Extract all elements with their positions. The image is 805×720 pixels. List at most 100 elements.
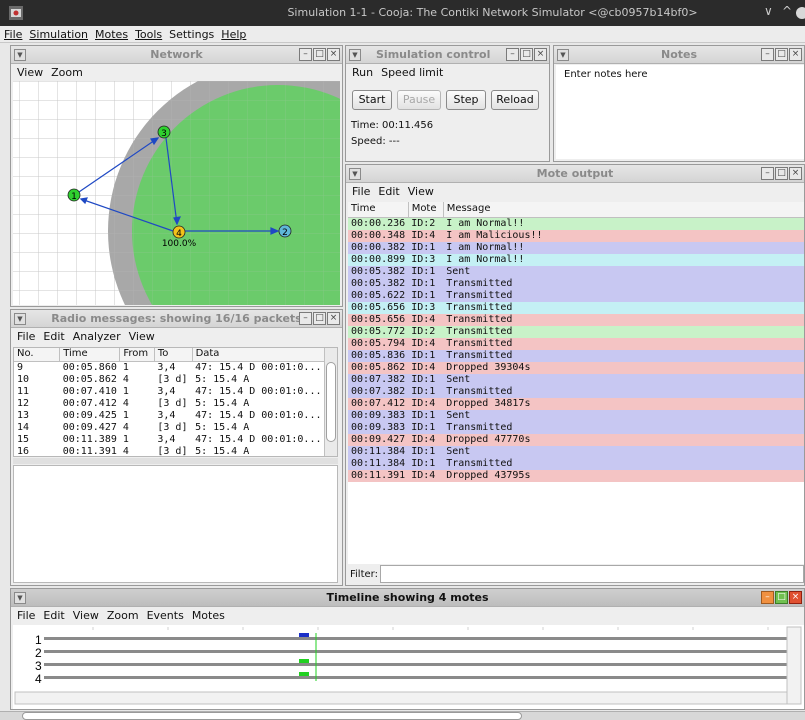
- desktop-hscrollbar[interactable]: [0, 711, 805, 720]
- mote-output-row[interactable]: 00:05.862 ID:4 Dropped 39304s: [348, 361, 804, 374]
- close-icon[interactable]: ×: [327, 48, 340, 61]
- menu-zoom[interactable]: Zoom: [45, 65, 85, 79]
- mote-output-row[interactable]: 00:05.382 ID:1 Transmitted: [348, 277, 804, 290]
- menu-zoom[interactable]: Zoom: [101, 608, 141, 622]
- menu-edit[interactable]: Edit: [37, 329, 66, 343]
- close-icon[interactable]: ×: [789, 48, 802, 61]
- step-button[interactable]: Step: [446, 90, 486, 110]
- mote-output-row[interactable]: 00:11.391 ID:4 Dropped 43795s: [348, 469, 804, 482]
- menu-edit[interactable]: Edit: [37, 608, 66, 622]
- notes-titlebar[interactable]: ▼ Notes – □ ×: [554, 46, 804, 64]
- minimize-icon[interactable]: –: [299, 48, 312, 61]
- mote-output-row[interactable]: 00:09.427 ID:4 Dropped 47770s: [348, 433, 804, 446]
- timeline-hscrollbar[interactable]: [14, 691, 788, 705]
- network-canvas[interactable]: 1 3 4 2 100.0%: [13, 81, 340, 305]
- mote-output-row[interactable]: 00:07.382 ID:1 Sent: [348, 373, 804, 386]
- window-close-icon[interactable]: [795, 6, 805, 20]
- timeline-canvas[interactable]: 1 2 3 4: [13, 625, 804, 709]
- mote-output-row[interactable]: 00:00.899 ID:3 I am Normal!!: [348, 253, 804, 266]
- menu-settings[interactable]: Settings: [165, 26, 217, 41]
- minimize-icon[interactable]: –: [761, 591, 774, 604]
- maximize-icon[interactable]: □: [775, 591, 788, 604]
- radio-message-row[interactable]: 12 00:07.412 4 [3 d] 5: 15.4 A: [14, 398, 325, 410]
- mote-output-row[interactable]: 00:05.382 ID:1 Sent: [348, 265, 804, 278]
- radio-message-row[interactable]: 11 00:07.410 1 3,4 47: 15.4 D 00:01:0...: [14, 386, 325, 398]
- mote-output-row[interactable]: 00:07.412 ID:4 Dropped 34817s: [348, 397, 804, 410]
- maximize-icon[interactable]: □: [313, 48, 326, 61]
- mote-output-row[interactable]: 00:00.236 ID:2 I am Normal!!: [348, 217, 804, 230]
- menu-file[interactable]: File: [11, 329, 37, 343]
- mote-output-row[interactable]: 00:05.794 ID:4 Transmitted: [348, 337, 804, 350]
- menu-motes[interactable]: Motes: [91, 26, 131, 41]
- mote-output-row[interactable]: 00:05.836 ID:1 Transmitted: [348, 349, 804, 362]
- minimize-icon[interactable]: –: [761, 167, 774, 180]
- desktop-scrollbar-thumb[interactable]: [22, 712, 522, 720]
- scrollbar-thumb[interactable]: [326, 362, 336, 442]
- column-message[interactable]: Message: [443, 202, 804, 218]
- mote-output-row[interactable]: 00:05.622 ID:1 Transmitted: [348, 289, 804, 302]
- start-button[interactable]: Start: [352, 90, 392, 110]
- column-no[interactable]: No.: [14, 348, 61, 362]
- mote-output-row[interactable]: 00:07.382 ID:1 Transmitted: [348, 385, 804, 398]
- minimize-icon[interactable]: –: [761, 48, 774, 61]
- mote-output-row[interactable]: 00:09.383 ID:1 Transmitted: [348, 421, 804, 434]
- column-to[interactable]: To: [154, 348, 193, 362]
- close-icon[interactable]: ×: [789, 167, 802, 180]
- close-icon[interactable]: ×: [327, 312, 340, 325]
- close-icon[interactable]: ×: [789, 591, 802, 604]
- menu-analyzer[interactable]: Analyzer: [67, 329, 123, 343]
- menu-file[interactable]: File: [11, 608, 37, 622]
- menu-view[interactable]: View: [402, 184, 436, 198]
- menu-run[interactable]: Run: [346, 65, 375, 79]
- column-mote[interactable]: Mote: [408, 202, 444, 218]
- menu-simulation[interactable]: Simulation: [25, 26, 91, 41]
- radio-message-row[interactable]: 9 00:05.860 1 3,4 47: 15.4 D 00:01:0...: [14, 361, 325, 374]
- menu-view[interactable]: View: [11, 65, 45, 79]
- menu-motes[interactable]: Motes: [186, 608, 227, 622]
- radio-message-row[interactable]: 13 00:09.425 1 3,4 47: 15.4 D 00:01:0...: [14, 410, 325, 422]
- menu-file[interactable]: File: [346, 184, 372, 198]
- radio-message-row[interactable]: 15 00:11.389 1 3,4 47: 15.4 D 00:01:0...: [14, 434, 325, 446]
- column-from[interactable]: From: [119, 348, 155, 362]
- column-time[interactable]: Time: [59, 348, 121, 362]
- column-time[interactable]: Time: [348, 202, 409, 218]
- mote-output-row[interactable]: 00:00.348 ID:4 I am Malicious!!: [348, 229, 804, 242]
- maximize-icon[interactable]: □: [313, 312, 326, 325]
- mote-output-row[interactable]: 00:11.384 ID:1 Sent: [348, 445, 804, 458]
- menu-help[interactable]: Help: [217, 26, 249, 41]
- maximize-icon[interactable]: □: [775, 48, 788, 61]
- minimize-icon[interactable]: –: [506, 48, 519, 61]
- simulation-control-titlebar[interactable]: ▼ Simulation control – □ ×: [346, 46, 549, 64]
- menu-view[interactable]: View: [123, 329, 157, 343]
- close-icon[interactable]: ×: [534, 48, 547, 61]
- reload-button[interactable]: Reload: [491, 90, 539, 110]
- radio-table-scrollbar[interactable]: [324, 348, 337, 456]
- menu-file[interactable]: File: [0, 26, 25, 41]
- mote-output-row[interactable]: 00:11.384 ID:1 Transmitted: [348, 457, 804, 470]
- window-maximize-icon[interactable]: ^: [782, 4, 792, 18]
- menu-edit[interactable]: Edit: [372, 184, 401, 198]
- radio-messages-titlebar[interactable]: ▼ Radio messages: showing 16/16 packets …: [11, 310, 342, 328]
- menu-events[interactable]: Events: [141, 608, 186, 622]
- mote-output-row[interactable]: 00:05.656 ID:3 Transmitted: [348, 301, 804, 314]
- maximize-icon[interactable]: □: [520, 48, 533, 61]
- split-divider[interactable]: [13, 458, 338, 464]
- maximize-icon[interactable]: □: [775, 167, 788, 180]
- pause-button[interactable]: Pause: [397, 90, 441, 110]
- menu-tools[interactable]: Tools: [131, 26, 165, 41]
- window-minimize-icon[interactable]: ∨: [764, 4, 773, 18]
- mote-output-row[interactable]: 00:00.382 ID:1 I am Normal!!: [348, 241, 804, 254]
- mote-output-row[interactable]: 00:09.383 ID:1 Sent: [348, 409, 804, 422]
- network-titlebar[interactable]: ▼ Network – □ ×: [11, 46, 342, 64]
- mote-output-titlebar[interactable]: ▼ Mote output – □ ×: [346, 165, 804, 183]
- notes-textarea[interactable]: Enter notes here: [556, 65, 804, 159]
- radio-message-row[interactable]: 14 00:09.427 4 [3 d] 5: 15.4 A: [14, 422, 325, 434]
- minimize-icon[interactable]: –: [299, 312, 312, 325]
- filter-input[interactable]: [380, 565, 804, 583]
- menu-view[interactable]: View: [67, 608, 101, 622]
- menu-speed-limit[interactable]: Speed limit: [375, 65, 445, 79]
- timeline-titlebar[interactable]: ▼ Timeline showing 4 motes – □ ×: [11, 589, 804, 607]
- timeline-vscrollbar[interactable]: [786, 626, 802, 705]
- column-data[interactable]: Data: [192, 348, 326, 362]
- radio-message-row[interactable]: 16 00:11.391 4 [3 d] 5: 15.4 A: [14, 446, 325, 457]
